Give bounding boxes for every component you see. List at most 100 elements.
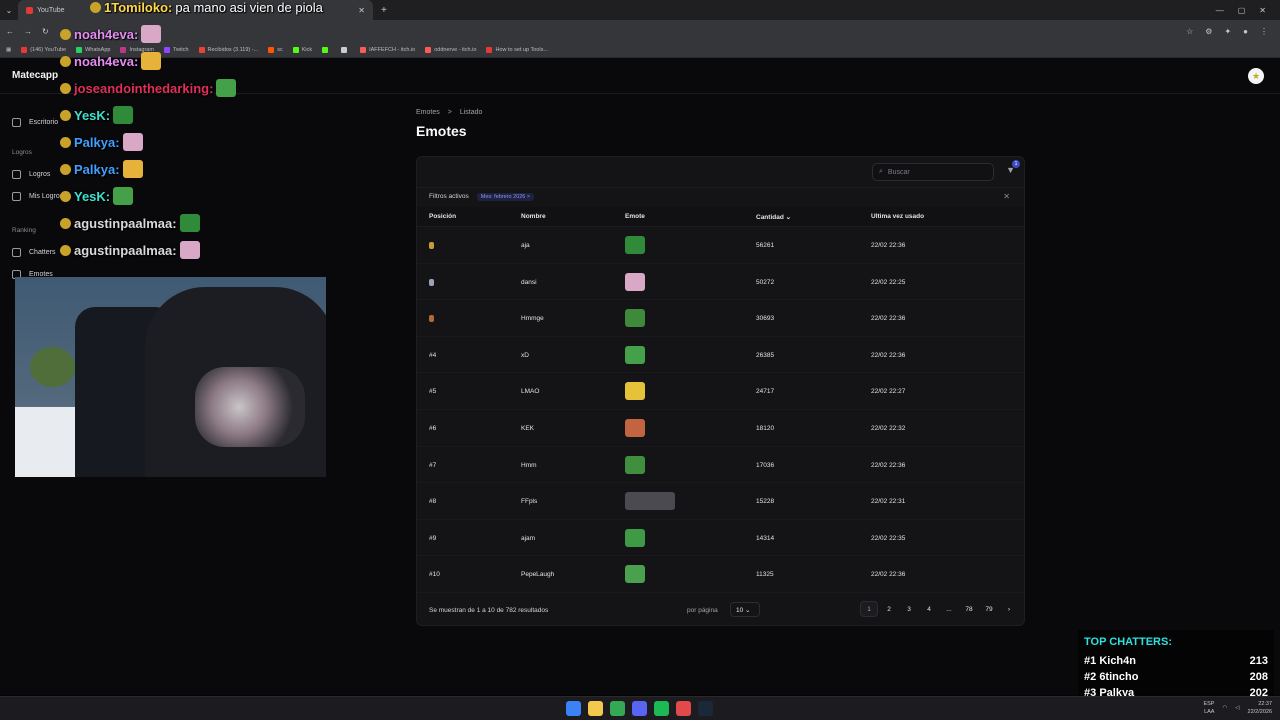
webcam-white-object — [15, 407, 75, 477]
webcam-overlay — [15, 277, 326, 477]
active-filters-label: Filtros activos — [429, 193, 469, 200]
close-window-icon[interactable]: ✕ — [1259, 6, 1266, 15]
taskbar-app-icon[interactable] — [676, 701, 691, 716]
profile-icon[interactable]: ● — [1243, 27, 1248, 36]
apps-grid-icon[interactable]: ▦ — [6, 47, 11, 53]
row-last-used: 22/02 22:31 — [871, 498, 906, 506]
table-row[interactable]: #5 LMAO 24717 22/02 22:27 — [417, 373, 1024, 410]
page-button[interactable]: 1 — [860, 601, 878, 617]
taskbar-app-icon[interactable] — [654, 701, 669, 716]
clear-filters-icon[interactable]: ✕ — [1003, 192, 1010, 201]
taskbar-app-icon[interactable] — [632, 701, 647, 716]
table-row[interactable]: #6 KEK 18120 22/02 22:32 — [417, 410, 1024, 447]
row-emote — [625, 419, 645, 439]
forward-icon[interactable]: → — [24, 27, 32, 36]
taskbar-app-icon[interactable] — [588, 701, 603, 716]
row-position: #7 — [429, 461, 437, 469]
taskbar-app-icon[interactable] — [566, 701, 581, 716]
row-quantity: 24717 — [756, 388, 775, 396]
tab-search-icon[interactable]: ⌄ — [0, 6, 18, 15]
filter-count-badge: 1 — [1012, 160, 1020, 168]
lang-bottom: LAA — [1204, 709, 1215, 715]
chat-emote — [113, 187, 134, 205]
table-row[interactable]: #7 Hmm 17036 22/02 22:36 — [417, 447, 1024, 484]
table-row[interactable]: aja 56261 22/02 22:36 — [417, 227, 1024, 264]
row-position: #8 — [429, 498, 437, 506]
volume-icon[interactable]: ◁ — [1235, 705, 1239, 711]
bookmark-item[interactable]: How to set up Tools... — [486, 46, 548, 53]
top-chatter-count: 208 — [1249, 671, 1268, 683]
extensions-puzzle-icon[interactable]: ✦ — [1224, 27, 1231, 36]
taskbar-app-icon[interactable] — [610, 701, 625, 716]
chat-message: YesK: — [60, 187, 134, 205]
table-row[interactable]: #10 PepeLaugh 11325 22/02 22:36 — [417, 556, 1024, 593]
table-row[interactable]: dansi 50272 22/02 22:25 — [417, 264, 1024, 301]
breadcrumb-separator: > — [447, 109, 452, 116]
clock[interactable]: 22:37 22/2/2026 — [1248, 700, 1272, 716]
new-tab-button[interactable]: + — [373, 5, 395, 16]
page-button[interactable]: 79 — [980, 601, 998, 617]
row-quantity: 18120 — [756, 425, 775, 432]
reload-icon[interactable]: ↻ — [42, 27, 49, 36]
sidebar-item-logros[interactable]: Logros — [12, 170, 50, 179]
bookmark-star-icon[interactable]: ☆ — [1186, 27, 1193, 36]
sidebar-item-label: Mis Logros — [29, 193, 64, 200]
page-button[interactable]: 3 — [900, 601, 918, 617]
bookmark-item[interactable]: IAFFEFCH - itch.io — [360, 46, 415, 53]
row-last-used: 22/02 22:36 — [871, 571, 906, 579]
page-button[interactable]: 2 — [880, 601, 898, 617]
wifi-icon[interactable]: ◠ — [1222, 705, 1227, 711]
table-row[interactable]: Hmmge 30693 22/02 22:36 — [417, 300, 1024, 337]
user-avatar[interactable]: ★ — [1248, 68, 1264, 84]
page-button[interactable]: 4 — [920, 601, 938, 617]
chat-username: agustinpaalmaa: — [74, 215, 177, 231]
column-header-name[interactable]: Nombre — [521, 213, 546, 220]
next-page-button[interactable]: › — [1000, 601, 1018, 617]
row-emote — [625, 528, 645, 549]
row-quantity: 26385 — [756, 351, 775, 359]
table-row[interactable]: #4 xD 26385 22/02 22:36 — [417, 337, 1024, 374]
row-last-used: 22/02 22:36 — [871, 351, 906, 359]
column-header-last-used[interactable]: Ultima vez usado — [871, 213, 924, 220]
row-position: #10 — [429, 571, 440, 579]
per-page-label: por página — [687, 607, 718, 614]
emote-image — [625, 419, 645, 437]
pagination: 1 2 3 4... 78 79 › — [860, 601, 1018, 617]
row-emote — [625, 272, 645, 293]
row-position: #6 — [429, 425, 437, 432]
close-tab-icon[interactable]: ✕ — [358, 6, 365, 15]
taskbar-app-icon[interactable] — [698, 701, 713, 716]
back-icon[interactable]: ← — [6, 27, 14, 36]
column-header-position[interactable]: Posición — [429, 213, 456, 220]
extension-icon[interactable]: ⚙ — [1205, 27, 1212, 36]
page-button[interactable]: 78 — [960, 601, 978, 617]
system-tray: ESP LAA ◠ ◁ 22:37 22/2/2026 — [1203, 700, 1272, 716]
bookmark-item[interactable]: oddnerve - itch.io — [425, 46, 476, 53]
filter-chip-month[interactable]: Mes: febrero 2026 × — [476, 192, 535, 201]
menu-icon[interactable]: ⋮ — [1260, 27, 1268, 36]
row-last-used: 22/02 22:32 — [871, 425, 906, 432]
sidebar-item-chatters[interactable]: Chatters — [12, 248, 55, 257]
chat-badge-icon — [60, 28, 71, 40]
language-indicator[interactable]: ESP LAA — [1203, 700, 1214, 716]
maximize-icon[interactable]: ▢ — [1238, 6, 1246, 15]
table-row[interactable]: #8 FFpls 15228 22/02 22:31 — [417, 483, 1024, 520]
brand-logo[interactable]: Matecapp — [12, 70, 58, 81]
column-header-quantity[interactable]: Cantidad ⌄ — [756, 213, 791, 221]
emote-image — [625, 528, 645, 547]
sidebar-item-escritorio[interactable]: Escritorio — [12, 118, 58, 127]
row-name: Hmm — [521, 461, 537, 469]
sidebar-item-mis-logros[interactable]: Mis Logros — [12, 192, 63, 201]
page-title: Emotes — [416, 123, 467, 139]
chat-emote — [216, 79, 237, 97]
page-button[interactable]: ... — [940, 601, 958, 617]
emote-image — [625, 382, 645, 401]
minimize-icon[interactable]: — — [1216, 6, 1224, 15]
per-page-select[interactable]: 10 ⌄ — [730, 602, 760, 617]
row-name: aja — [521, 242, 530, 249]
row-emote — [625, 309, 645, 329]
breadcrumb-root[interactable]: Emotes — [416, 109, 440, 116]
table-row[interactable]: #9 ajam 14314 22/02 22:35 — [417, 520, 1024, 557]
search-input[interactable]: ⌕ Buscar — [872, 163, 994, 181]
row-last-used: 22/02 22:36 — [871, 242, 906, 249]
